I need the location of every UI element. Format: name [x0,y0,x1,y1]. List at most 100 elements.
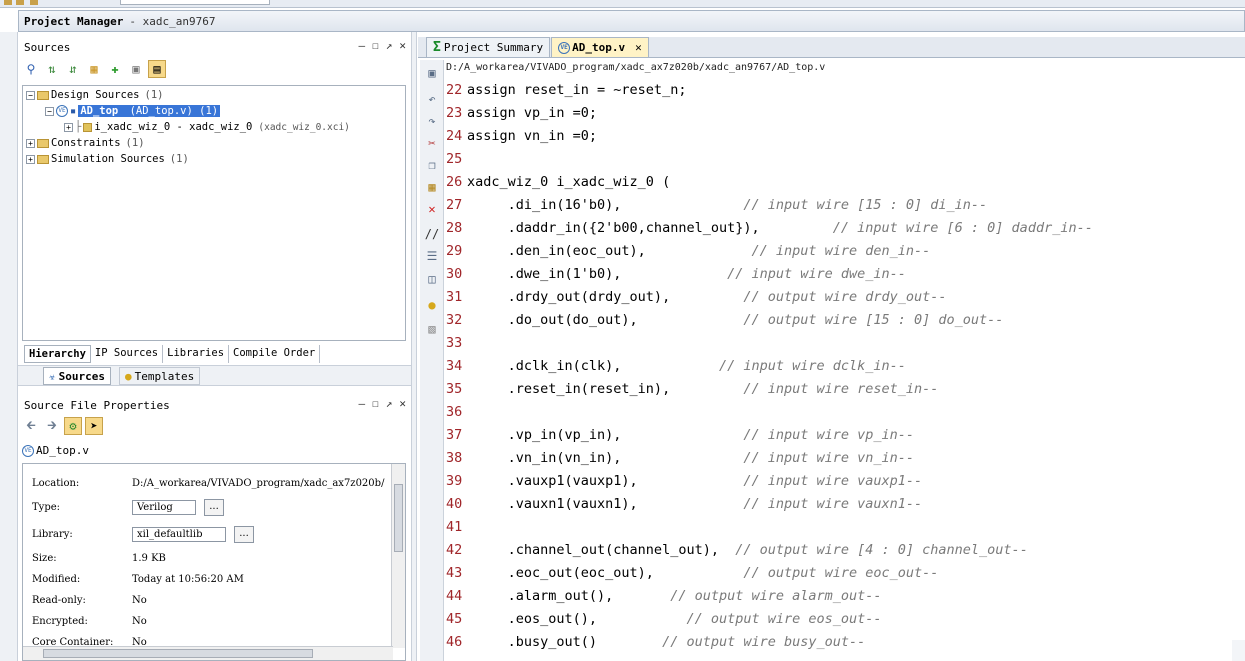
save-icon[interactable]: ▣ [424,65,440,81]
tree-node-simulation-sources[interactable]: + Simulation Sources (1) [26,152,189,166]
close-icon[interactable]: ✕ [399,39,406,52]
back-arrow-icon[interactable]: 🡰 [22,417,40,435]
folder-icon [37,90,49,100]
line-number: 22 [446,82,463,98]
collapse-all-icon[interactable]: ⇅ [43,60,61,78]
properties-vertical-scrollbar[interactable] [391,464,405,648]
tab-sources[interactable]: ☣ Sources [43,367,111,385]
show-hierarchy-icon[interactable]: ▤ [148,60,166,78]
copy-icon[interactable]: ❐ [424,157,440,173]
tab-libraries[interactable]: Libraries [163,345,230,363]
tab-templates[interactable]: ● Templates [119,367,201,385]
code-comment: // input wire dwe_in-- [727,266,906,282]
code-line[interactable]: 37 .vp_in(vp_in), // input wire vp_in-- [446,424,914,447]
pointer-icon[interactable]: ➤ [85,417,103,435]
expand-all-icon[interactable]: ⇵ [64,60,82,78]
code-line[interactable]: 42 .channel_out(channel_out), // output … [446,539,1028,562]
toggle-comment-icon[interactable]: // [424,226,440,242]
redo-icon[interactable]: ↷ [424,113,440,129]
code-line[interactable]: 30 .dwe_in(1'b0), // input wire dwe_in-- [446,263,906,286]
code-line[interactable]: 29 .den_in(eoc_out), // input wire den_i… [446,240,930,263]
code-comment: // output wire eoc_out-- [743,565,939,581]
code-line[interactable]: 23 assign vp_in =0; [446,102,597,125]
tree-node-design-sources[interactable]: − Design Sources (1) [26,88,163,102]
code-line[interactable]: 46 .busy_out() // output wire busy_out-- [446,631,865,654]
tab-ip-sources[interactable]: IP Sources [91,345,164,363]
expand-icon[interactable]: + [64,122,73,132]
project-manager-title: Project Manager [24,14,124,28]
expand-icon[interactable]: + [26,154,35,164]
tree-node-constraints[interactable]: + Constraints (1) [26,136,145,150]
code-line[interactable]: 32 .do_out(do_out), // output wire [15 :… [446,309,1003,332]
search-icon[interactable]: ⚲ [22,60,40,78]
delete-icon[interactable]: ✕ [424,201,440,217]
paste-icon[interactable]: ▦ [424,179,440,195]
type-browse-button[interactable]: ... [204,499,224,516]
tab-hierarchy[interactable]: Hierarchy [24,345,91,363]
documents-icon[interactable]: ▧ [424,321,440,337]
code-line[interactable]: 43 .eoc_out(eoc_out), // output wire eoc… [446,562,938,585]
library-browse-button[interactable]: ... [234,526,254,543]
collapse-icon[interactable]: − [26,90,35,100]
code-text: xadc_wiz_0 i_xadc_wiz_0 ( [467,174,671,190]
code-line[interactable]: 41 [446,516,467,539]
line-number: 26 [446,174,463,190]
tab-project-summary[interactable]: Σ Project Summary [426,37,551,57]
sync-selection-icon[interactable]: ⚙ [64,417,82,435]
undo-icon[interactable]: ↶ [424,91,440,107]
collapse-icon[interactable]: − [45,106,54,116]
expand-icon[interactable]: + [26,138,35,148]
panel-splitter[interactable] [411,32,417,661]
code-line[interactable]: 35 .reset_in(reset_in), // input wire re… [446,378,938,401]
tab-compile-order[interactable]: Compile Order [229,345,321,363]
maximize-icon[interactable]: ☐ [372,397,379,410]
top-module-label[interactable]: AD_top (AD_top.v) (1) [78,105,221,117]
toolbar-search-box[interactable] [120,0,270,5]
code-line[interactable]: 44 .alarm_out(), // output wire alarm_ou… [446,585,882,608]
code-line[interactable]: 40 .vauxn1(vauxn1), // input wire vauxn1… [446,493,922,516]
toolbar-icon[interactable] [16,0,24,5]
restore-icon[interactable]: ↗ [386,39,393,52]
lightbulb-icon[interactable]: ● [424,297,440,313]
code-line[interactable]: 31 .drdy_out(drdy_out), // output wire d… [446,286,947,309]
code-comment: // input wire den_in-- [751,243,931,259]
toolbar-icon[interactable] [4,0,12,5]
close-tab-icon[interactable]: ✕ [635,41,642,54]
line-number: 31 [446,289,463,305]
library-field[interactable]: xil_defaultlib [132,527,226,542]
indent-icon[interactable]: ☰ [424,248,440,264]
minimize-icon[interactable]: — [359,39,366,52]
add-hierarchy-icon[interactable]: ✚ [106,60,124,78]
add-sources-icon[interactable]: ▦ [85,60,103,78]
properties-horizontal-scrollbar[interactable] [23,646,393,660]
code-line[interactable]: 24 assign vn_in =0; [446,125,597,148]
minimize-icon[interactable]: — [359,397,366,410]
restore-icon[interactable]: ↗ [386,397,393,410]
tree-node-ip-instance[interactable]: + ├ i_xadc_wiz_0 - xadc_wiz_0 (xadc_wiz_… [64,120,350,134]
forward-arrow-icon[interactable]: 🡲 [43,417,61,435]
sources-panel-title: Sources [24,40,71,54]
line-number: 41 [446,519,463,535]
properties-icon[interactable]: ▣ [127,60,145,78]
close-icon[interactable]: ✕ [399,397,406,410]
code-line[interactable]: 45 .eos_out(), // output wire eos_out-- [446,608,882,631]
toolbar-icon[interactable] [30,0,38,5]
type-field[interactable]: Verilog [132,500,196,515]
tree-node-top-module[interactable]: − VE ▪ AD_top (AD_top.v) (1) [45,104,221,118]
maximize-icon[interactable]: ☐ [372,39,379,52]
code-line[interactable]: 22 assign reset_in = ~reset_n; [446,79,686,102]
tab-ad-top-v[interactable]: VE AD_top.v ✕ [551,37,649,57]
property-row-size: Size: 1.9 KB [32,553,166,564]
code-line[interactable]: 36 [446,401,467,424]
code-line[interactable]: 25 [446,148,467,171]
insert-template-icon[interactable]: ◫ [424,271,440,287]
code-editor[interactable]: 22 assign reset_in = ~reset_n; 23 assign vp… [446,79,1245,661]
code-line[interactable]: 38 .vn_in(vn_in), // input wire vn_in-- [446,447,914,470]
code-line[interactable]: 34 .dclk_in(clk), // input wire dclk_in-… [446,355,906,378]
cut-icon[interactable]: ✂ [424,135,440,151]
code-line[interactable]: 39 .vauxp1(vauxp1), // input wire vauxp1… [446,470,922,493]
code-line[interactable]: 28 .daddr_in({2'b00,channel_out}), // in… [446,217,1093,240]
code-line[interactable]: 33 [446,332,467,355]
code-line[interactable]: 26 xadc_wiz_0 i_xadc_wiz_0 ( [446,171,670,194]
code-line[interactable]: 27 .di_in(16'b0), // input wire [15 : 0]… [446,194,987,217]
